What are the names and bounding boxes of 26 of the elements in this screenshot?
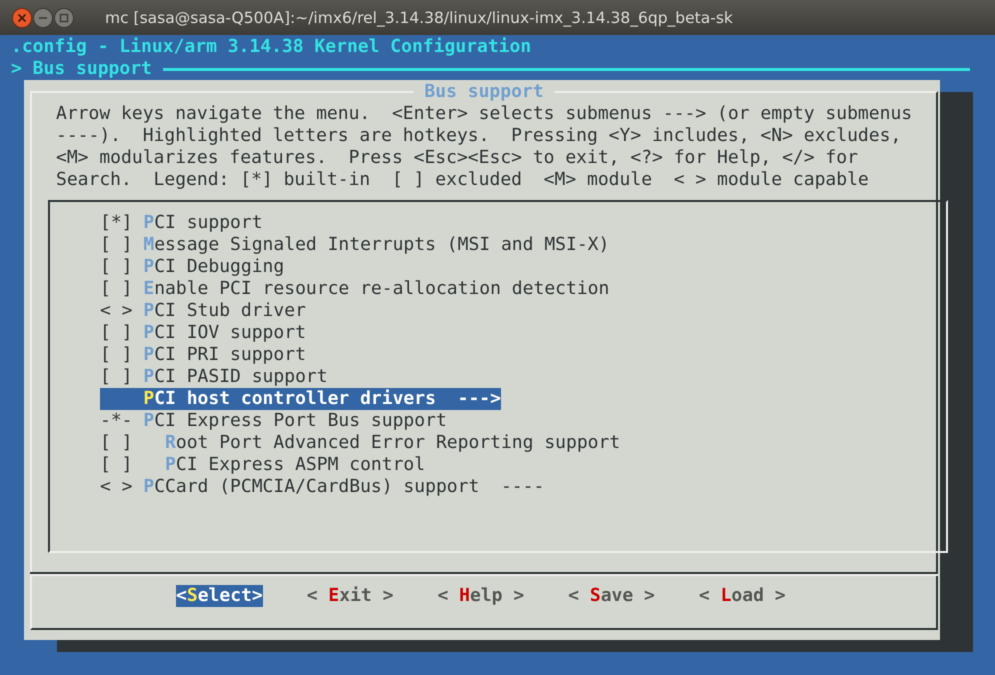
menu-button[interactable]: <Select>: [176, 585, 263, 607]
close-icon[interactable]: [12, 8, 32, 28]
maximize-icon[interactable]: [54, 8, 74, 28]
menu-item[interactable]: [ ] Message Signaled Interrupts (MSI and MSI-X): [100, 234, 610, 256]
breadcrumb: > Bus support: [11, 58, 152, 80]
menu-item[interactable]: [ ] PCI IOV support: [100, 322, 306, 344]
menu-button[interactable]: < Save >: [568, 585, 655, 607]
help-text: Arrow keys navigate the menu. <Enter> selects submenus ---> (or empty submenus ----). Highlighted letters are hotkeys. Pressing <Y> includes, <N> excludes, <M> modularizes features. Press <Esc><Esc> to exit, <?> for Help, </> for Search. Legend: [*] built-in [ ] excluded <M> module < > module capable: [56, 103, 914, 191]
menu-item[interactable]: [ ] PCI Debugging: [100, 256, 284, 278]
window-title: mc [sasa@sasa-Q500A]:~/imx6/rel_3.14.38/linux/linux-imx_3.14.38_6qp_beta-sk: [105, 8, 733, 26]
menu-button[interactable]: < Help >: [437, 585, 524, 607]
menu-item[interactable]: [*] PCI support: [100, 212, 263, 234]
menu-item[interactable]: PCI host controller drivers --->: [100, 388, 501, 410]
minimize-icon[interactable]: [33, 8, 53, 28]
menu-item[interactable]: [ ] PCI Express ASPM control: [100, 454, 426, 476]
menu-item[interactable]: [ ] PCI PRI support: [100, 344, 306, 366]
config-title: .config - Linux/arm 3.14.38 Kernel Configuration: [11, 36, 532, 57]
menu-button[interactable]: < Exit >: [306, 585, 394, 607]
menu-item[interactable]: [ ] PCI PASID support: [100, 366, 328, 388]
menu-item[interactable]: -*- PCI Express Port Bus support: [100, 410, 447, 432]
menu-item[interactable]: < > PCCard (PCMCIA/CardBus) support ----: [100, 476, 544, 498]
menu-item[interactable]: < > PCI Stub driver: [100, 300, 306, 322]
dialog-title: Bus support: [414, 81, 554, 103]
menu-button[interactable]: < Load >: [698, 585, 786, 607]
menu-item[interactable]: [ ] Root Port Advanced Error Reporting support: [100, 432, 620, 454]
menu-item[interactable]: [ ] Enable PCI resource re-allocation detection: [100, 278, 610, 300]
